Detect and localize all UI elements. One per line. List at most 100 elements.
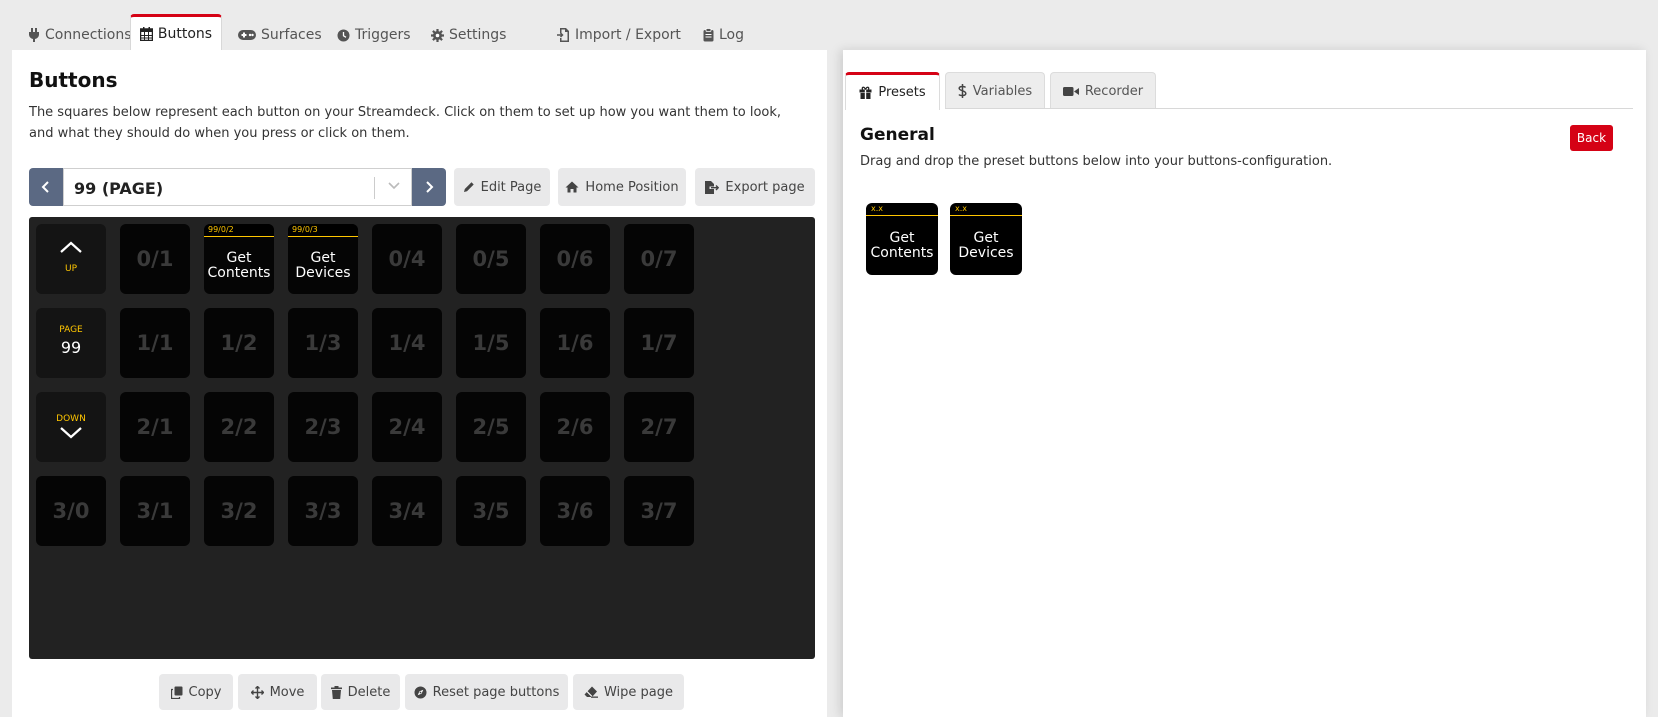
button-key[interactable]: 0/5: [456, 224, 526, 294]
page-up-label: UP: [64, 264, 77, 274]
tab-variables[interactable]: Variables: [945, 72, 1045, 109]
chevron-down-icon[interactable]: [387, 181, 401, 191]
tab-triggers[interactable]: Triggers: [331, 20, 417, 50]
page-number-key[interactable]: PAGE 99: [36, 308, 106, 378]
presets-category-title: General: [860, 125, 935, 145]
export-page-button[interactable]: Export page: [695, 168, 815, 206]
button-key[interactable]: 1/3: [288, 308, 358, 378]
clipboard-icon: [703, 28, 714, 42]
tab-presets[interactable]: Presets: [845, 72, 940, 110]
edit-page-button[interactable]: Edit Page: [454, 168, 550, 206]
button-key-label: 1/4: [388, 331, 426, 355]
chevron-up-icon: [58, 240, 84, 254]
tab-log-label: Log: [719, 27, 745, 43]
calendar-grid-icon: [139, 27, 153, 41]
tab-settings[interactable]: Settings: [425, 20, 512, 50]
eraser-icon: [584, 686, 598, 698]
button-key[interactable]: 2/3: [288, 392, 358, 462]
preset-get-contents[interactable]: x.x Get Contents: [866, 203, 938, 275]
button-key[interactable]: 2/5: [456, 392, 526, 462]
tab-connections[interactable]: Connections: [22, 20, 138, 50]
page-up-key[interactable]: UP: [36, 224, 106, 294]
button-key[interactable]: 3/7: [624, 476, 694, 546]
wipe-page-button[interactable]: Wipe page: [573, 674, 684, 710]
previous-page-button[interactable]: [29, 168, 63, 206]
key-header-label: 99/0/3: [292, 225, 318, 234]
gear-icon: [431, 28, 444, 42]
key-text-line: Devices: [295, 264, 351, 281]
button-key-label: 2/2: [220, 415, 258, 439]
tab-surfaces[interactable]: Surfaces: [232, 20, 328, 50]
next-page-button[interactable]: [412, 168, 446, 206]
button-key[interactable]: 0/7: [624, 224, 694, 294]
button-key[interactable]: 0/4: [372, 224, 442, 294]
button-key-get-contents[interactable]: 99/0/2 Get Contents: [204, 224, 274, 294]
button-key[interactable]: 1/5: [456, 308, 526, 378]
tab-settings-label: Settings: [449, 27, 507, 43]
button-key-label: 0/4: [388, 247, 426, 271]
preset-get-devices[interactable]: x.x Get Devices: [950, 203, 1022, 275]
button-key-get-devices[interactable]: 99/0/3 Get Devices: [288, 224, 358, 294]
copy-label: Copy: [188, 684, 222, 700]
reset-page-buttons-button[interactable]: Reset page buttons: [405, 674, 568, 710]
button-key-label: 3/1: [136, 499, 174, 523]
tab-import-export[interactable]: Import / Export: [551, 20, 687, 50]
button-key[interactable]: 1/2: [204, 308, 274, 378]
button-key[interactable]: 3/0: [36, 476, 106, 546]
back-button[interactable]: Back: [1570, 125, 1613, 151]
tab-buttons[interactable]: Buttons: [130, 14, 222, 51]
preset-text-line: Get: [889, 229, 915, 246]
button-key[interactable]: 3/1: [120, 476, 190, 546]
button-key[interactable]: 2/1: [120, 392, 190, 462]
button-key[interactable]: 3/5: [456, 476, 526, 546]
button-key[interactable]: 0/6: [540, 224, 610, 294]
copy-button[interactable]: Copy: [159, 674, 233, 710]
button-key[interactable]: 3/6: [540, 476, 610, 546]
gamepad-icon: [238, 29, 256, 41]
page-number-caption: PAGE: [59, 325, 83, 335]
button-key[interactable]: 3/2: [204, 476, 274, 546]
move-button[interactable]: Move: [238, 674, 317, 710]
button-key[interactable]: 3/4: [372, 476, 442, 546]
tab-recorder[interactable]: Recorder: [1050, 72, 1156, 109]
button-key[interactable]: 1/7: [624, 308, 694, 378]
preset-header-bar: x.x: [950, 203, 1022, 216]
page-select[interactable]: 99 (PAGE): [63, 168, 412, 206]
tab-recorder-label: Recorder: [1084, 83, 1144, 99]
preset-text: Get Contents: [866, 216, 938, 275]
file-export-icon: [705, 180, 720, 194]
page-down-key[interactable]: DOWN: [36, 392, 106, 462]
button-key[interactable]: 2/6: [540, 392, 610, 462]
button-key[interactable]: 2/7: [624, 392, 694, 462]
chevron-right-icon: [424, 180, 434, 194]
tab-log[interactable]: Log: [697, 20, 750, 50]
clock-icon: [337, 29, 350, 42]
pencil-icon: [463, 181, 475, 193]
button-key[interactable]: 1/4: [372, 308, 442, 378]
button-key-label: 2/3: [304, 415, 342, 439]
preset-header-label: x.x: [871, 204, 884, 213]
preset-header-bar: x.x: [866, 203, 938, 216]
button-key[interactable]: 1/6: [540, 308, 610, 378]
button-key-label: 2/4: [388, 415, 426, 439]
main-nav: Connections Buttons Surfaces Triggers Se…: [0, 0, 1658, 51]
key-text-line: Get: [310, 249, 336, 266]
tab-connections-label: Connections: [45, 27, 132, 43]
button-key[interactable]: 2/4: [372, 392, 442, 462]
button-key[interactable]: 2/2: [204, 392, 274, 462]
button-key-label: 2/6: [556, 415, 594, 439]
select-separator: [374, 177, 375, 199]
button-grid: UP PAGE 99 DOWN 0/1 99/0/2 Get Contents 9…: [29, 217, 815, 659]
button-key-label: 3/6: [556, 499, 594, 523]
video-camera-icon: [1062, 86, 1079, 97]
side-panel: Presets Variables Recorder General Drag …: [843, 50, 1646, 717]
copy-icon: [170, 686, 183, 699]
page-title: Buttons: [29, 68, 118, 92]
button-key[interactable]: 3/3: [288, 476, 358, 546]
home-position-button[interactable]: Home Position: [558, 168, 686, 206]
page-select-value: 99 (PAGE): [74, 179, 164, 198]
delete-label: Delete: [347, 684, 391, 700]
button-key[interactable]: 1/1: [120, 308, 190, 378]
delete-button[interactable]: Delete: [321, 674, 400, 710]
button-key[interactable]: 0/1: [120, 224, 190, 294]
